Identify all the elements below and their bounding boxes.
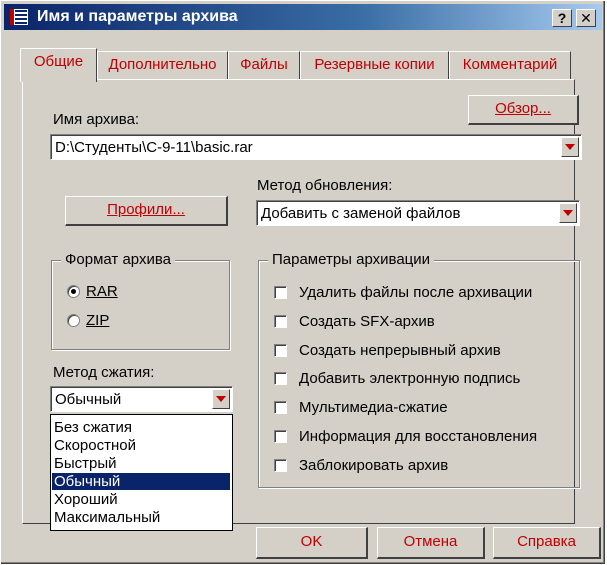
archive-params-legend: Параметры архивации bbox=[268, 251, 435, 268]
radio-rar[interactable] bbox=[67, 285, 80, 298]
profiles-button-label: Профили... bbox=[107, 201, 185, 218]
option-lock-archive[interactable]: Заблокировать архив bbox=[274, 457, 564, 475]
chevron-down-icon bbox=[563, 210, 573, 216]
chevron-down-icon bbox=[565, 144, 575, 150]
window-title: Имя и параметры архива bbox=[37, 8, 238, 25]
title-bar[interactable]: Имя и параметры архива ? ✕ bbox=[4, 4, 602, 30]
radio-zip[interactable] bbox=[67, 314, 80, 327]
radio-selected-dot bbox=[71, 289, 76, 294]
update-method-value: Добавить с заменой файлов bbox=[261, 205, 461, 222]
option-solid-archive[interactable]: Создать непрерывный архив bbox=[274, 342, 564, 360]
option-lock-archive-label: Заблокировать архив bbox=[299, 457, 449, 474]
compression-option[interactable]: Максимальный bbox=[52, 509, 230, 526]
option-multimedia[interactable]: Мультимедиа-сжатие bbox=[274, 399, 564, 417]
option-delete-after[interactable]: Удалить файлы после архивации bbox=[274, 284, 564, 302]
option-recovery-info-label: Информация для восстановления bbox=[299, 428, 538, 445]
tab-backups[interactable]: Резервные копии bbox=[300, 51, 449, 79]
compression-option-selected[interactable]: Обычный bbox=[52, 473, 230, 490]
option-delete-after-label: Удалить файлы после архивации bbox=[299, 284, 533, 301]
checkbox-lock-archive[interactable] bbox=[274, 459, 287, 472]
browse-button-label: Обзор... bbox=[495, 100, 551, 117]
update-method-label: Метод обновления: bbox=[257, 177, 393, 194]
option-create-sfx-label: Создать SFX-архив bbox=[299, 313, 435, 330]
archive-format-legend: Формат архива bbox=[61, 251, 175, 268]
format-rar-option[interactable]: RAR bbox=[67, 283, 187, 301]
dialog-window: Имя и параметры архива ? ✕ Общие Дополни… bbox=[0, 0, 606, 565]
help-button[interactable]: Справка bbox=[493, 527, 601, 559]
tab-advanced[interactable]: Дополнительно bbox=[97, 51, 228, 79]
checkbox-delete-after[interactable] bbox=[274, 286, 287, 299]
checkbox-recovery-info[interactable] bbox=[274, 430, 287, 443]
archive-format-group bbox=[51, 260, 230, 350]
option-multimedia-label: Мультимедиа-сжатие bbox=[299, 399, 448, 416]
checkbox-multimedia[interactable] bbox=[274, 401, 287, 414]
option-create-sfx[interactable]: Создать SFX-архив bbox=[274, 313, 564, 331]
format-rar-label: RAR bbox=[86, 283, 118, 300]
option-digital-signature[interactable]: Добавить электронную подпись bbox=[274, 370, 564, 388]
compression-option[interactable]: Скоростной bbox=[52, 437, 230, 454]
archive-app-icon bbox=[10, 9, 28, 25]
browse-button[interactable]: Обзор... bbox=[468, 95, 579, 125]
compression-value: Обычный bbox=[55, 391, 122, 408]
tab-files[interactable]: Файлы bbox=[228, 51, 300, 79]
tab-general[interactable]: Общие bbox=[20, 48, 97, 82]
compression-option[interactable]: Без сжатия bbox=[52, 419, 230, 436]
help-title-button[interactable]: ? bbox=[552, 9, 572, 27]
compression-dropdown-button[interactable] bbox=[212, 389, 230, 409]
update-method-combo[interactable]: Добавить с заменой файлов bbox=[256, 200, 580, 226]
archive-name-dropdown-button[interactable] bbox=[561, 137, 579, 157]
checkbox-create-sfx[interactable] bbox=[274, 315, 287, 328]
archive-name-combo[interactable]: D:\Студенты\С-9-11\basic.rar bbox=[50, 134, 582, 160]
chevron-down-icon bbox=[216, 396, 226, 402]
compression-label: Метод сжатия: bbox=[53, 364, 155, 381]
checkbox-digital-signature[interactable] bbox=[274, 372, 287, 385]
compression-option[interactable]: Быстрый bbox=[52, 455, 230, 472]
option-recovery-info[interactable]: Информация для восстановления bbox=[274, 428, 564, 446]
option-digital-signature-label: Добавить электронную подпись bbox=[299, 370, 521, 387]
cancel-button[interactable]: Отмена bbox=[377, 527, 485, 559]
profiles-button[interactable]: Профили... bbox=[65, 196, 228, 226]
checkbox-solid-archive[interactable] bbox=[274, 344, 287, 357]
format-zip-option[interactable]: ZIP bbox=[67, 312, 187, 330]
tab-comment[interactable]: Комментарий bbox=[449, 51, 571, 79]
option-solid-archive-label: Создать непрерывный архив bbox=[299, 342, 501, 359]
update-method-dropdown-button[interactable] bbox=[559, 203, 577, 223]
ok-button[interactable]: OK bbox=[256, 527, 368, 559]
compression-dropdown-list: Без сжатия Скоростной Быстрый Обычный Хо… bbox=[50, 414, 233, 531]
archive-name-label: Имя архива: bbox=[53, 111, 140, 128]
format-zip-label: ZIP bbox=[86, 312, 110, 329]
close-button[interactable]: ✕ bbox=[576, 9, 596, 27]
close-icon: ✕ bbox=[580, 10, 592, 26]
archive-name-value: D:\Студенты\С-9-11\basic.rar bbox=[55, 139, 253, 156]
compression-combo[interactable]: Обычный bbox=[50, 386, 233, 412]
compression-option[interactable]: Хороший bbox=[52, 491, 230, 508]
